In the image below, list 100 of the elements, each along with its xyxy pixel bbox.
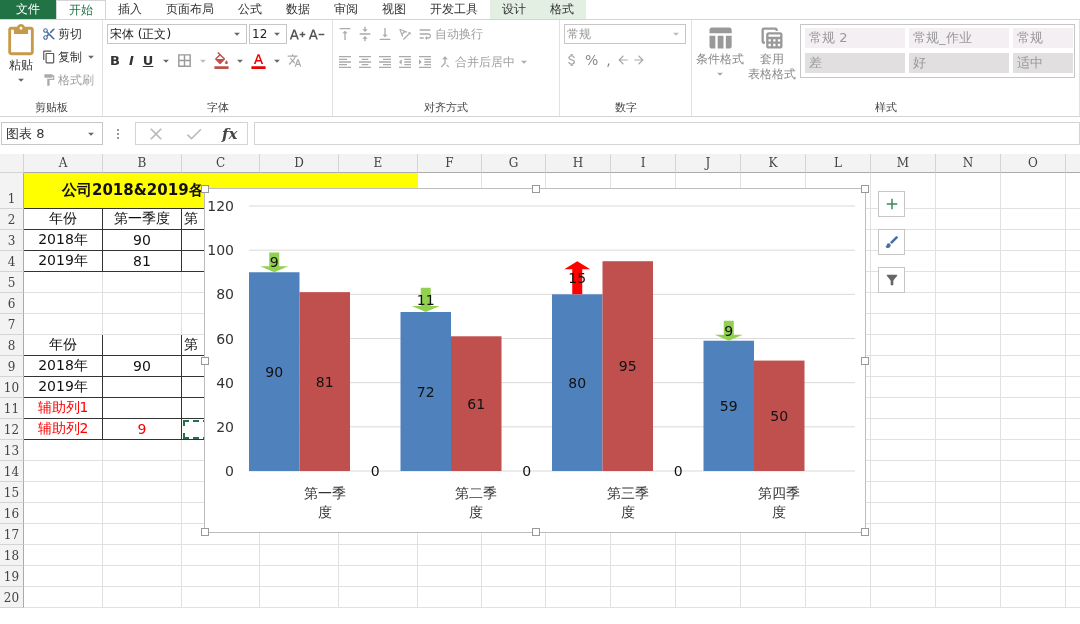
table-format-button[interactable]: 套用 表格格式: [748, 52, 796, 82]
row-header[interactable]: 13: [0, 440, 24, 461]
chart-filter-button[interactable]: [878, 267, 905, 293]
name-box[interactable]: 图表 8: [1, 122, 103, 145]
phonetic-icon[interactable]: [287, 53, 303, 68]
row-header[interactable]: 12: [0, 419, 24, 440]
chart-styles-button[interactable]: [878, 229, 905, 255]
ribbon-tab[interactable]: 插入: [106, 0, 154, 19]
y-axis-label: 0: [225, 463, 234, 479]
row-header[interactable]: 7: [0, 314, 24, 335]
resize-handle[interactable]: [861, 528, 869, 536]
conditional-format-button[interactable]: 条件格式: [696, 52, 744, 67]
increase-decimal-icon[interactable]: [631, 53, 646, 67]
borders-icon[interactable]: [176, 52, 194, 69]
paste-button[interactable]: 粘贴: [9, 58, 33, 73]
ribbon-tab[interactable]: 公式: [226, 0, 274, 19]
indent-increase-icon[interactable]: [417, 54, 433, 70]
table-cell: [1001, 272, 1066, 293]
column-header[interactable]: I: [611, 154, 676, 173]
indent-decrease-icon[interactable]: [397, 54, 413, 70]
column-header[interactable]: K: [741, 154, 806, 173]
column-header[interactable]: J: [676, 154, 741, 173]
row-header[interactable]: 14: [0, 461, 24, 482]
row-header[interactable]: 16: [0, 503, 24, 524]
table-cell: 年份: [24, 335, 103, 356]
resize-handle[interactable]: [201, 528, 209, 536]
row-header[interactable]: 9: [0, 356, 24, 377]
resize-handle[interactable]: [532, 528, 540, 536]
cut-button[interactable]: 剪切: [42, 24, 98, 44]
insert-function-button[interactable]: fx: [222, 124, 238, 143]
column-header[interactable]: B: [103, 154, 182, 173]
font-color-icon[interactable]: [250, 52, 268, 69]
fill-color-icon[interactable]: [213, 52, 231, 69]
row-header[interactable]: 10: [0, 377, 24, 398]
column-header[interactable]: E: [339, 154, 418, 173]
table-cell: [611, 587, 676, 608]
align-middle-icon[interactable]: [357, 26, 373, 42]
row-header[interactable]: 8: [0, 335, 24, 356]
resize-handle[interactable]: [861, 185, 869, 193]
row-header[interactable]: 20: [0, 587, 24, 608]
resize-handle[interactable]: [532, 185, 540, 193]
align-center-icon[interactable]: [357, 54, 373, 70]
table-cell: [1001, 482, 1066, 503]
brush-icon[interactable]: [883, 234, 900, 250]
scissors-icon[interactable]: [42, 27, 56, 41]
formula-input[interactable]: [254, 122, 1080, 145]
comma-button[interactable]: ,: [603, 52, 614, 68]
table-cell: [482, 545, 546, 566]
row-header[interactable]: 3: [0, 230, 24, 251]
table-cell: [418, 566, 482, 587]
row-header[interactable]: 2: [0, 209, 24, 230]
resize-handle[interactable]: [201, 357, 209, 365]
ribbon-tab[interactable]: 开发工具: [418, 0, 490, 19]
resize-handle[interactable]: [861, 357, 869, 365]
align-right-icon[interactable]: [377, 54, 393, 70]
column-header[interactable]: G: [482, 154, 546, 173]
ribbon-tab[interactable]: 文件: [0, 0, 56, 19]
row-header[interactable]: 19: [0, 566, 24, 587]
underline-button[interactable]: U: [139, 53, 157, 68]
row-header[interactable]: 1: [0, 173, 24, 209]
bold-button[interactable]: B: [107, 53, 123, 68]
copy-button[interactable]: 复制: [42, 47, 98, 67]
row-header[interactable]: 4: [0, 251, 24, 272]
column-header[interactable]: D: [260, 154, 339, 173]
resize-handle[interactable]: [201, 185, 209, 193]
table-cell: [936, 356, 1001, 377]
copy-icon[interactable]: [42, 50, 56, 64]
ribbon-tab[interactable]: 视图: [370, 0, 418, 19]
ribbon-tab[interactable]: 格式: [538, 0, 586, 19]
row-header[interactable]: 5: [0, 272, 24, 293]
ribbon-tab[interactable]: 开始: [56, 0, 106, 19]
row-header[interactable]: 15: [0, 482, 24, 503]
row-header[interactable]: 18: [0, 545, 24, 566]
column-header[interactable]: O: [1001, 154, 1066, 173]
ribbon-tab[interactable]: 页面布局: [154, 0, 226, 19]
column-header[interactable]: M: [871, 154, 936, 173]
column-header[interactable]: L: [806, 154, 871, 173]
ribbon-tab[interactable]: 数据: [274, 0, 322, 19]
data-label: 61: [467, 395, 486, 412]
column-header[interactable]: N: [936, 154, 1001, 173]
ribbon-tab[interactable]: 审阅: [322, 0, 370, 19]
row-header[interactable]: 6: [0, 293, 24, 314]
align-top-icon[interactable]: [337, 26, 353, 42]
row-header[interactable]: 17: [0, 524, 24, 545]
column-header[interactable]: F: [418, 154, 482, 173]
column-header[interactable]: H: [546, 154, 611, 173]
font-size-select[interactable]: 12: [249, 24, 287, 44]
align-left-icon[interactable]: [337, 54, 353, 70]
row-header[interactable]: 11: [0, 398, 24, 419]
percent-button[interactable]: %: [582, 52, 602, 68]
align-bottom-icon[interactable]: [377, 26, 393, 42]
table-cell: [741, 545, 806, 566]
text-angle-icon[interactable]: [397, 26, 413, 42]
italic-button[interactable]: I: [125, 53, 137, 68]
column-header[interactable]: C: [182, 154, 260, 173]
font-name-select[interactable]: 宋体 (正文): [107, 24, 247, 44]
paintbrush-icon[interactable]: [42, 73, 56, 87]
ribbon-tab[interactable]: 设计: [490, 0, 538, 19]
column-header[interactable]: A: [24, 154, 103, 173]
wrap-text-icon[interactable]: [417, 26, 433, 42]
